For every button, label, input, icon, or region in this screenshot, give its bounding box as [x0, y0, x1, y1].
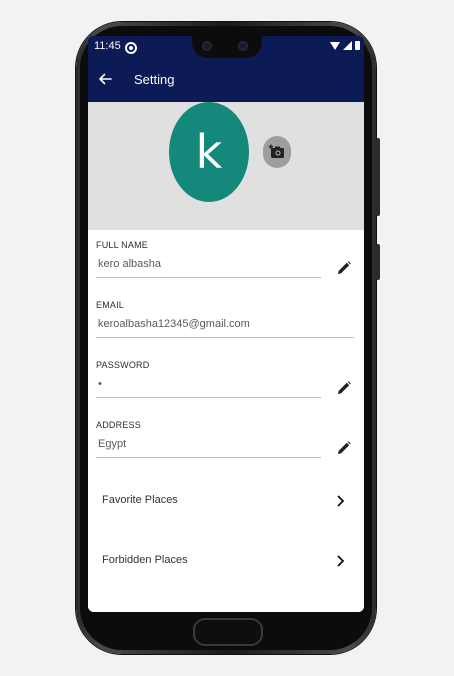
address-value[interactable]: Egypt [98, 438, 126, 450]
address-label: ADDRESS [96, 420, 141, 430]
screen: 11:45 Setting k FULL NAME kero albasha E… [88, 36, 364, 612]
full-name-label: FULL NAME [96, 240, 148, 250]
address-underline [96, 457, 321, 458]
add-photo-icon [268, 144, 284, 158]
battery-icon [355, 41, 360, 50]
email-label: EMAIL [96, 300, 125, 310]
password-underline [96, 397, 321, 398]
edit-password-icon[interactable] [336, 380, 352, 396]
chevron-right-icon [337, 495, 345, 507]
front-camera-icon [202, 41, 212, 51]
wifi-icon [330, 41, 340, 50]
settings-form: FULL NAME kero albasha EMAIL keroalbasha… [88, 230, 364, 612]
volume-button [376, 244, 380, 280]
edit-full-name-icon[interactable] [336, 260, 352, 276]
home-button[interactable] [193, 618, 263, 646]
chevron-right-icon [337, 555, 345, 567]
favorite-places-item[interactable]: Favorite Places [88, 482, 364, 522]
power-button [376, 138, 380, 216]
profile-header: k [88, 102, 364, 230]
full-name-value[interactable]: kero albasha [98, 258, 161, 270]
edit-address-icon[interactable] [336, 440, 352, 456]
back-arrow-icon[interactable] [98, 72, 112, 86]
forbidden-places-item[interactable]: Forbidden Places [88, 542, 364, 582]
forbidden-places-label: Forbidden Places [102, 554, 188, 566]
password-label: PASSWORD [96, 360, 150, 370]
change-photo-button[interactable] [263, 136, 291, 168]
email-value[interactable]: keroalbasha12345@gmail.com [98, 318, 250, 330]
status-time: 11:45 [94, 40, 121, 52]
signal-icon [343, 41, 352, 50]
page-title: Setting [134, 72, 175, 87]
sync-icon [125, 42, 137, 54]
full-name-underline [96, 277, 321, 278]
email-underline [96, 337, 354, 338]
status-icons [330, 41, 360, 50]
avatar[interactable]: k [169, 102, 249, 202]
app-bar: 11:45 Setting [88, 36, 364, 102]
favorite-places-label: Favorite Places [102, 494, 178, 506]
front-sensor-icon [238, 41, 248, 51]
password-value[interactable]: • [98, 378, 102, 390]
